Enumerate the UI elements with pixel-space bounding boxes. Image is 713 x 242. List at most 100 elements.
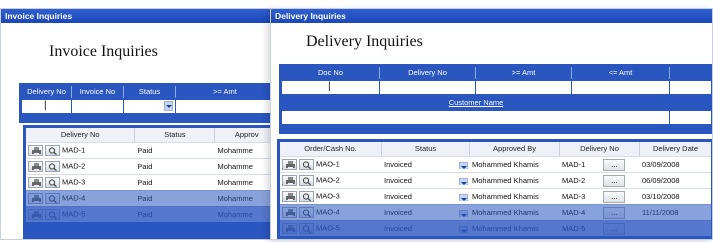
customer-name-input[interactable] xyxy=(282,111,670,124)
print-icon[interactable] xyxy=(28,145,43,156)
criteria-header-delivery-no: Delivery No xyxy=(22,86,72,98)
search-icon[interactable] xyxy=(299,207,314,218)
search-icon[interactable] xyxy=(45,145,60,156)
status-cell: Invoiced xyxy=(384,176,412,185)
table-row[interactable]: MAO-3 Invoiced Mohammed Khamis MAD-3... 03/1… xyxy=(280,188,711,204)
invoice-no-input[interactable] xyxy=(72,100,124,113)
approved-by-cell: Mohammed Khamis xyxy=(472,176,539,185)
delivery-no-input[interactable]: | xyxy=(22,100,72,113)
delivery-date-cell: 06/09/2008 xyxy=(642,176,680,185)
criteria-header-amount: >= Amt xyxy=(213,87,237,96)
approved-cell: Mohamme xyxy=(217,210,253,219)
status-cell: Invoiced xyxy=(384,224,412,233)
approved-cell: Mohamme xyxy=(217,162,253,171)
lookup-button[interactable]: ... xyxy=(603,158,626,171)
table-row[interactable]: MAO-4 Invoiced Mohammed Khamis MAD-4... 11/1… xyxy=(280,204,711,220)
invoice-page-title: Invoice Inquiries xyxy=(49,43,158,60)
delivery-no-cell: MAD-3 xyxy=(562,191,586,201)
chevron-down-icon[interactable] xyxy=(164,101,173,111)
chevron-down-icon[interactable] xyxy=(459,178,468,185)
grid-header-approved-by: Approved By xyxy=(470,142,560,156)
print-icon[interactable] xyxy=(28,209,43,220)
print-icon[interactable] xyxy=(28,161,43,172)
chevron-down-icon[interactable] xyxy=(459,194,468,201)
doc-no-input[interactable]: | xyxy=(282,81,380,94)
delivery-no-cell: MAD-5 xyxy=(562,223,586,233)
search-icon[interactable] xyxy=(299,159,314,170)
table-row[interactable]: MAO-5 Invoiced Mohammed Khamis MAD-5... xyxy=(280,220,711,236)
grid-header-approved: Approv xyxy=(234,130,259,139)
delivery-date-cell: 11/11/2008 xyxy=(642,208,679,217)
lookup-button[interactable]: ... xyxy=(603,174,626,187)
search-icon[interactable] xyxy=(45,193,60,204)
search-icon[interactable] xyxy=(299,191,314,202)
print-icon[interactable] xyxy=(28,193,43,204)
delivery-no-cell: MAD-2 xyxy=(562,175,586,185)
status-cell: Invoiced xyxy=(384,160,412,169)
table-row[interactable]: MAO-1 Invoiced Mohammed Khamis MAD-1... 03/0… xyxy=(280,156,711,172)
criteria-header-max-amount: <= Amt xyxy=(572,67,670,79)
delivery-inquiries-window: Delivery Inquiries Delivery Inquiries Do… xyxy=(270,8,713,240)
status-select[interactable] xyxy=(124,100,176,113)
lookup-button[interactable]: ... xyxy=(603,206,626,219)
max-amount-input[interactable] xyxy=(572,81,670,94)
table-row[interactable]: MAD-1 Paid Mohamme xyxy=(26,142,278,158)
approved-by-cell: Mohammed Khamis xyxy=(472,192,539,201)
approved-by-cell: Mohammed Khamis xyxy=(472,208,539,217)
grid-header-delivery-date: Delivery Date xyxy=(652,144,698,153)
status-cell: Paid xyxy=(137,162,153,171)
search-icon[interactable] xyxy=(299,223,314,234)
min-amount-input[interactable] xyxy=(476,81,572,94)
print-icon[interactable] xyxy=(28,177,43,188)
print-icon[interactable] xyxy=(282,159,297,170)
table-row[interactable]: MAD-4 Paid Mohamme xyxy=(26,190,278,206)
table-row[interactable]: MAO-2 Invoiced Mohammed Khamis MAD-2... 06/0… xyxy=(280,172,711,188)
delivery-no-cell: MAD-3 xyxy=(62,177,86,187)
status-cell: Paid xyxy=(137,194,153,203)
approved-cell: Mohamme xyxy=(217,146,253,155)
status-cell: Paid xyxy=(137,146,153,155)
chevron-down-icon[interactable] xyxy=(459,226,468,233)
delivery-no-cell: MAD-1 xyxy=(562,159,586,169)
approved-cell: Mohamme xyxy=(217,178,253,187)
search-icon[interactable] xyxy=(299,175,314,186)
status-cell: Paid xyxy=(137,210,153,219)
grid-header-delivery-no: Delivery No xyxy=(26,128,136,142)
table-row[interactable]: MAD-3 Paid Mohamme xyxy=(26,174,278,190)
order-no-cell: MAO-5 xyxy=(316,223,340,233)
amount-input[interactable] xyxy=(176,100,274,113)
invoice-inquiries-window: Invoice Inquiries Invoice Inquiries Deli… xyxy=(0,8,280,240)
print-icon[interactable] xyxy=(282,175,297,186)
order-no-cell: MAO-2 xyxy=(316,175,340,185)
lookup-button[interactable]: ... xyxy=(603,190,626,203)
order-no-cell: MAO-3 xyxy=(316,191,340,201)
delivery-no-input[interactable] xyxy=(380,81,476,94)
table-row[interactable]: MAD-5 Paid Mohamme xyxy=(26,206,278,222)
grid-header-order-no: Order/Cash No. xyxy=(280,142,382,156)
order-no-cell: MAO-1 xyxy=(316,159,340,169)
delivery-no-cell: MAD-5 xyxy=(62,209,86,219)
customer-name-label[interactable]: Customer Name xyxy=(449,98,504,107)
delivery-no-cell: MAD-4 xyxy=(62,193,86,203)
print-icon[interactable] xyxy=(282,191,297,202)
grid-header-delivery-no: Delivery No xyxy=(560,142,640,156)
criteria-header-delivery-no: Delivery No xyxy=(380,67,476,79)
status-cell: Invoiced xyxy=(384,192,412,201)
print-icon[interactable] xyxy=(282,223,297,234)
delivery-results-grid: Order/Cash No. Status Approved By Delive… xyxy=(277,139,712,239)
invoice-criteria-panel: Delivery No Invoice No Status >= Amt | xyxy=(19,83,277,123)
grid-header-status: Status xyxy=(382,142,470,156)
search-icon[interactable] xyxy=(45,209,60,220)
table-row[interactable]: MAD-2 Paid Mohamme xyxy=(26,158,278,174)
lookup-button[interactable]: ... xyxy=(603,222,626,235)
delivery-no-cell: MAD-2 xyxy=(62,161,86,171)
delivery-date-cell: 03/10/2008 xyxy=(642,192,680,201)
search-icon[interactable] xyxy=(45,161,60,172)
print-icon[interactable] xyxy=(282,207,297,218)
chevron-down-icon[interactable] xyxy=(459,162,468,169)
chevron-down-icon[interactable] xyxy=(459,210,468,217)
invoice-window-title: Invoice Inquiries xyxy=(1,9,279,23)
criteria-header-invoice-no: Invoice No xyxy=(72,86,124,98)
delivery-no-cell: MAD-1 xyxy=(62,145,86,155)
search-icon[interactable] xyxy=(45,177,60,188)
